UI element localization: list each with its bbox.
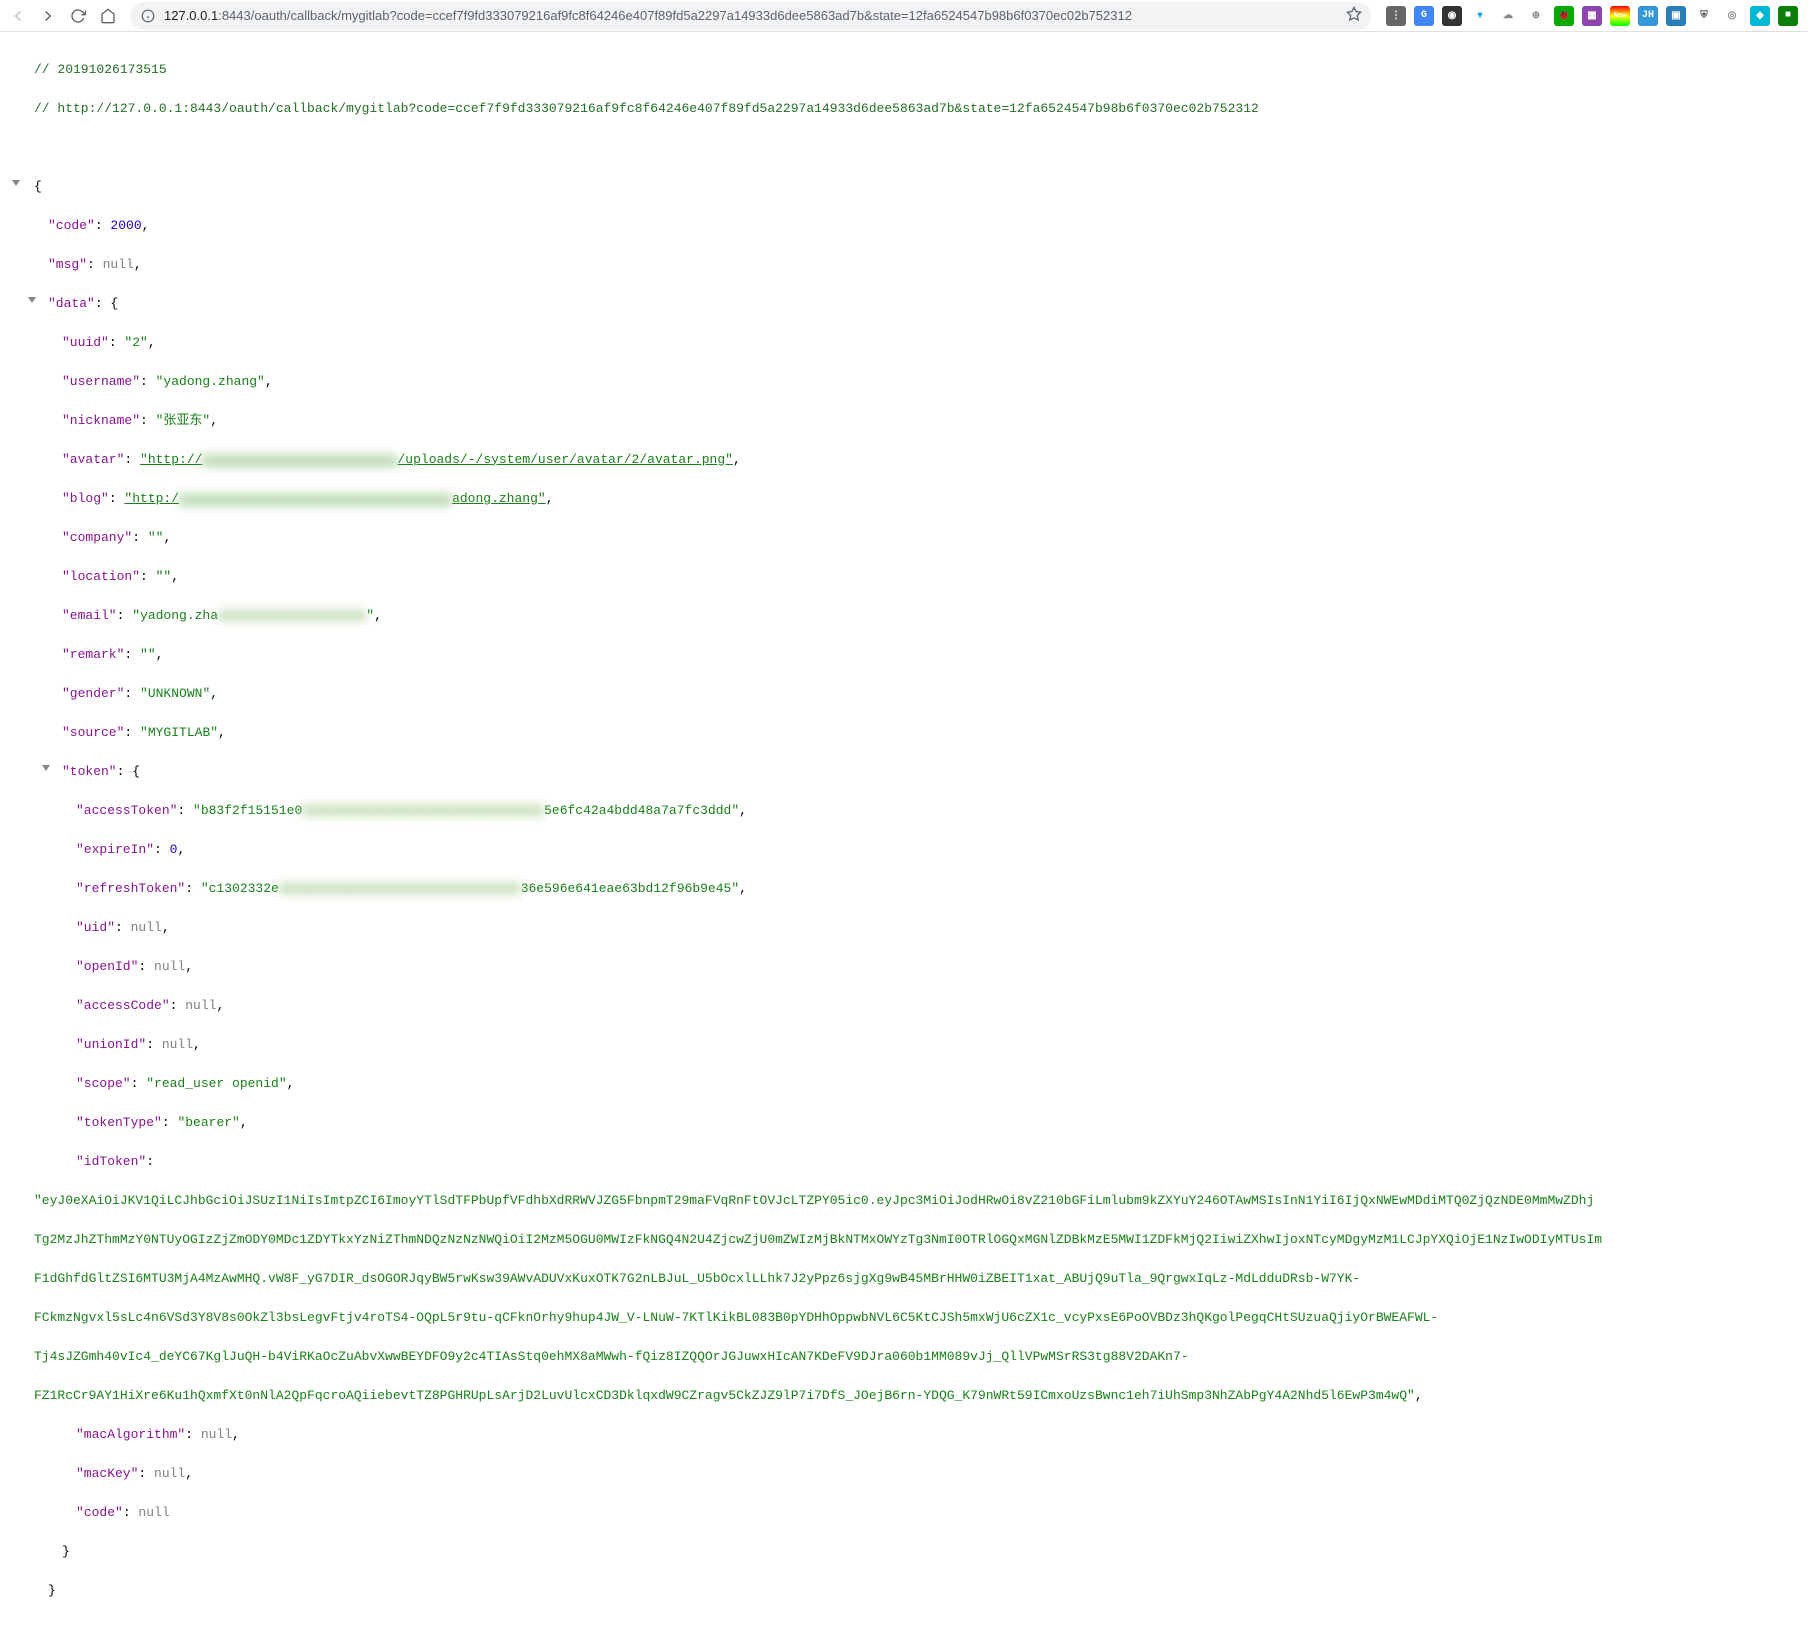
comment-url: // http://127.0.0.1:8443/oauth/callback/…	[6, 99, 1808, 119]
field-username: "username": "yadong.zhang",	[6, 372, 1808, 392]
ext-icon-1[interactable]: ⋮	[1386, 6, 1406, 26]
field-macAlgorithm: "macAlgorithm": null,	[6, 1425, 1808, 1445]
toggle-icon[interactable]	[12, 180, 20, 186]
idtoken-line-1: "eyJ0eXAiOiJKV1QiLCJhbGciOiJSUzI1NiIsImt…	[6, 1191, 1808, 1211]
ext-icon-7[interactable]: 🐞	[1554, 6, 1574, 26]
idtoken-line-2: Tg2MzJhZThmMzY0NTUyOGIzZjZmODY0MDc1ZDYTk…	[6, 1230, 1808, 1250]
field-blog: "blog": "http:/xxxxxxxxxxxxxxxxxxxxxxxxx…	[6, 489, 1808, 509]
field-remark: "remark": "",	[6, 645, 1808, 665]
token-close: }	[6, 1542, 1808, 1562]
field-uuid: "uuid": "2",	[6, 333, 1808, 353]
toggle-icon[interactable]	[28, 297, 36, 303]
json-content: // 20191026173515 // http://127.0.0.1:84…	[0, 32, 1808, 1628]
field-gender: "gender": "UNKNOWN",	[6, 684, 1808, 704]
ext-icon-12[interactable]: ◎	[1722, 6, 1742, 26]
blank-line	[6, 138, 1808, 158]
field-msg: "msg": null,	[6, 255, 1808, 275]
field-location: "location": "",	[6, 567, 1808, 587]
back-button[interactable]	[4, 2, 32, 30]
home-button[interactable]	[94, 2, 122, 30]
field-accessToken: "accessToken": "b83f2f15151e0xxxxxxxxxxx…	[6, 801, 1808, 821]
idtoken-line-4: FCkmzNgvxl5sLc4n6VSd3Y8V8s0OkZl3bsLegvFt…	[6, 1308, 1808, 1328]
ext-icon-5[interactable]: ☁	[1498, 6, 1518, 26]
extensions-area: ⋮ G ◉ ▾ ☁ ⊕ 🐞 ▦ New JH ▣ ⛨ ◎ ◆ ■	[1380, 6, 1804, 26]
field-company: "company": "",	[6, 528, 1808, 548]
address-bar[interactable]: 127.0.0.1:8443/oauth/callback/mygitlab?c…	[130, 2, 1372, 30]
field-scope: "scope": "read_user openid",	[6, 1074, 1808, 1094]
ext-icon-new[interactable]: New	[1610, 6, 1630, 26]
field-email: "email": "yadong.zhaxxxxxxxxxxxxxxxxxxx"…	[6, 606, 1808, 626]
field-token: "token": {	[6, 762, 1808, 782]
forward-button[interactable]	[34, 2, 62, 30]
data-close: }	[6, 1581, 1808, 1601]
idtoken-line-3: F1dGhfdGltZSI6MTU3MjA4MzAwMHQ.vW8F_yG7DI…	[6, 1269, 1808, 1289]
ext-icon-jh[interactable]: JH	[1638, 6, 1658, 26]
toggle-icon[interactable]	[42, 765, 50, 771]
field-idToken-key: "idToken":	[6, 1152, 1808, 1172]
ext-icon-14[interactable]: ■	[1778, 6, 1798, 26]
ext-icon-3[interactable]: ◉	[1442, 6, 1462, 26]
ext-icon-ublock[interactable]: ⛨	[1694, 6, 1714, 26]
field-code: "code": null	[6, 1503, 1808, 1523]
ext-icon-6[interactable]: ⊕	[1526, 6, 1546, 26]
field-accessCode: "accessCode": null,	[6, 996, 1808, 1016]
field-data: "data": {	[6, 294, 1808, 314]
ext-icon-10[interactable]: ▣	[1666, 6, 1686, 26]
url-text: 127.0.0.1:8443/oauth/callback/mygitlab?c…	[164, 8, 1338, 23]
bookmark-star-icon[interactable]	[1346, 6, 1362, 26]
field-tokenType: "tokenType": "bearer",	[6, 1113, 1808, 1133]
ext-icon-8[interactable]: ▦	[1582, 6, 1602, 26]
ext-icon-13[interactable]: ◆	[1750, 6, 1770, 26]
field-nickname: "nickname": "张亚东",	[6, 411, 1808, 431]
field-macKey: "macKey": null,	[6, 1464, 1808, 1484]
field-uid: "uid": null,	[6, 918, 1808, 938]
comment-timestamp: // 20191026173515	[6, 60, 1808, 80]
site-info-icon[interactable]	[140, 8, 156, 24]
idtoken-line-5: Tj4sJZGmh40vIc4_deYC67KglJuQH-b4ViRKaOcZ…	[6, 1347, 1808, 1367]
field-unionId: "unionId": null,	[6, 1035, 1808, 1055]
field-code: "code": 2000,	[6, 216, 1808, 236]
field-source: "source": "MYGITLAB",	[6, 723, 1808, 743]
field-avatar: "avatar": "http://xxxxxxxxxxxxxxxxxxxxxx…	[6, 450, 1808, 470]
field-openId: "openId": null,	[6, 957, 1808, 977]
field-refreshToken: "refreshToken": "c1302332exxxxxxxxxxxxxx…	[6, 879, 1808, 899]
ext-icon-4[interactable]: ▾	[1470, 6, 1490, 26]
reload-button[interactable]	[64, 2, 92, 30]
field-expireIn: "expireIn": 0,	[6, 840, 1808, 860]
browser-toolbar: 127.0.0.1:8443/oauth/callback/mygitlab?c…	[0, 0, 1808, 32]
idtoken-line-6: FZ1RcCr9AY1HiXre6Ku1hQxmfXt0nNlA2QpFqcro…	[6, 1386, 1808, 1406]
ext-icon-translate[interactable]: G	[1414, 6, 1434, 26]
json-open: {	[6, 177, 1808, 197]
